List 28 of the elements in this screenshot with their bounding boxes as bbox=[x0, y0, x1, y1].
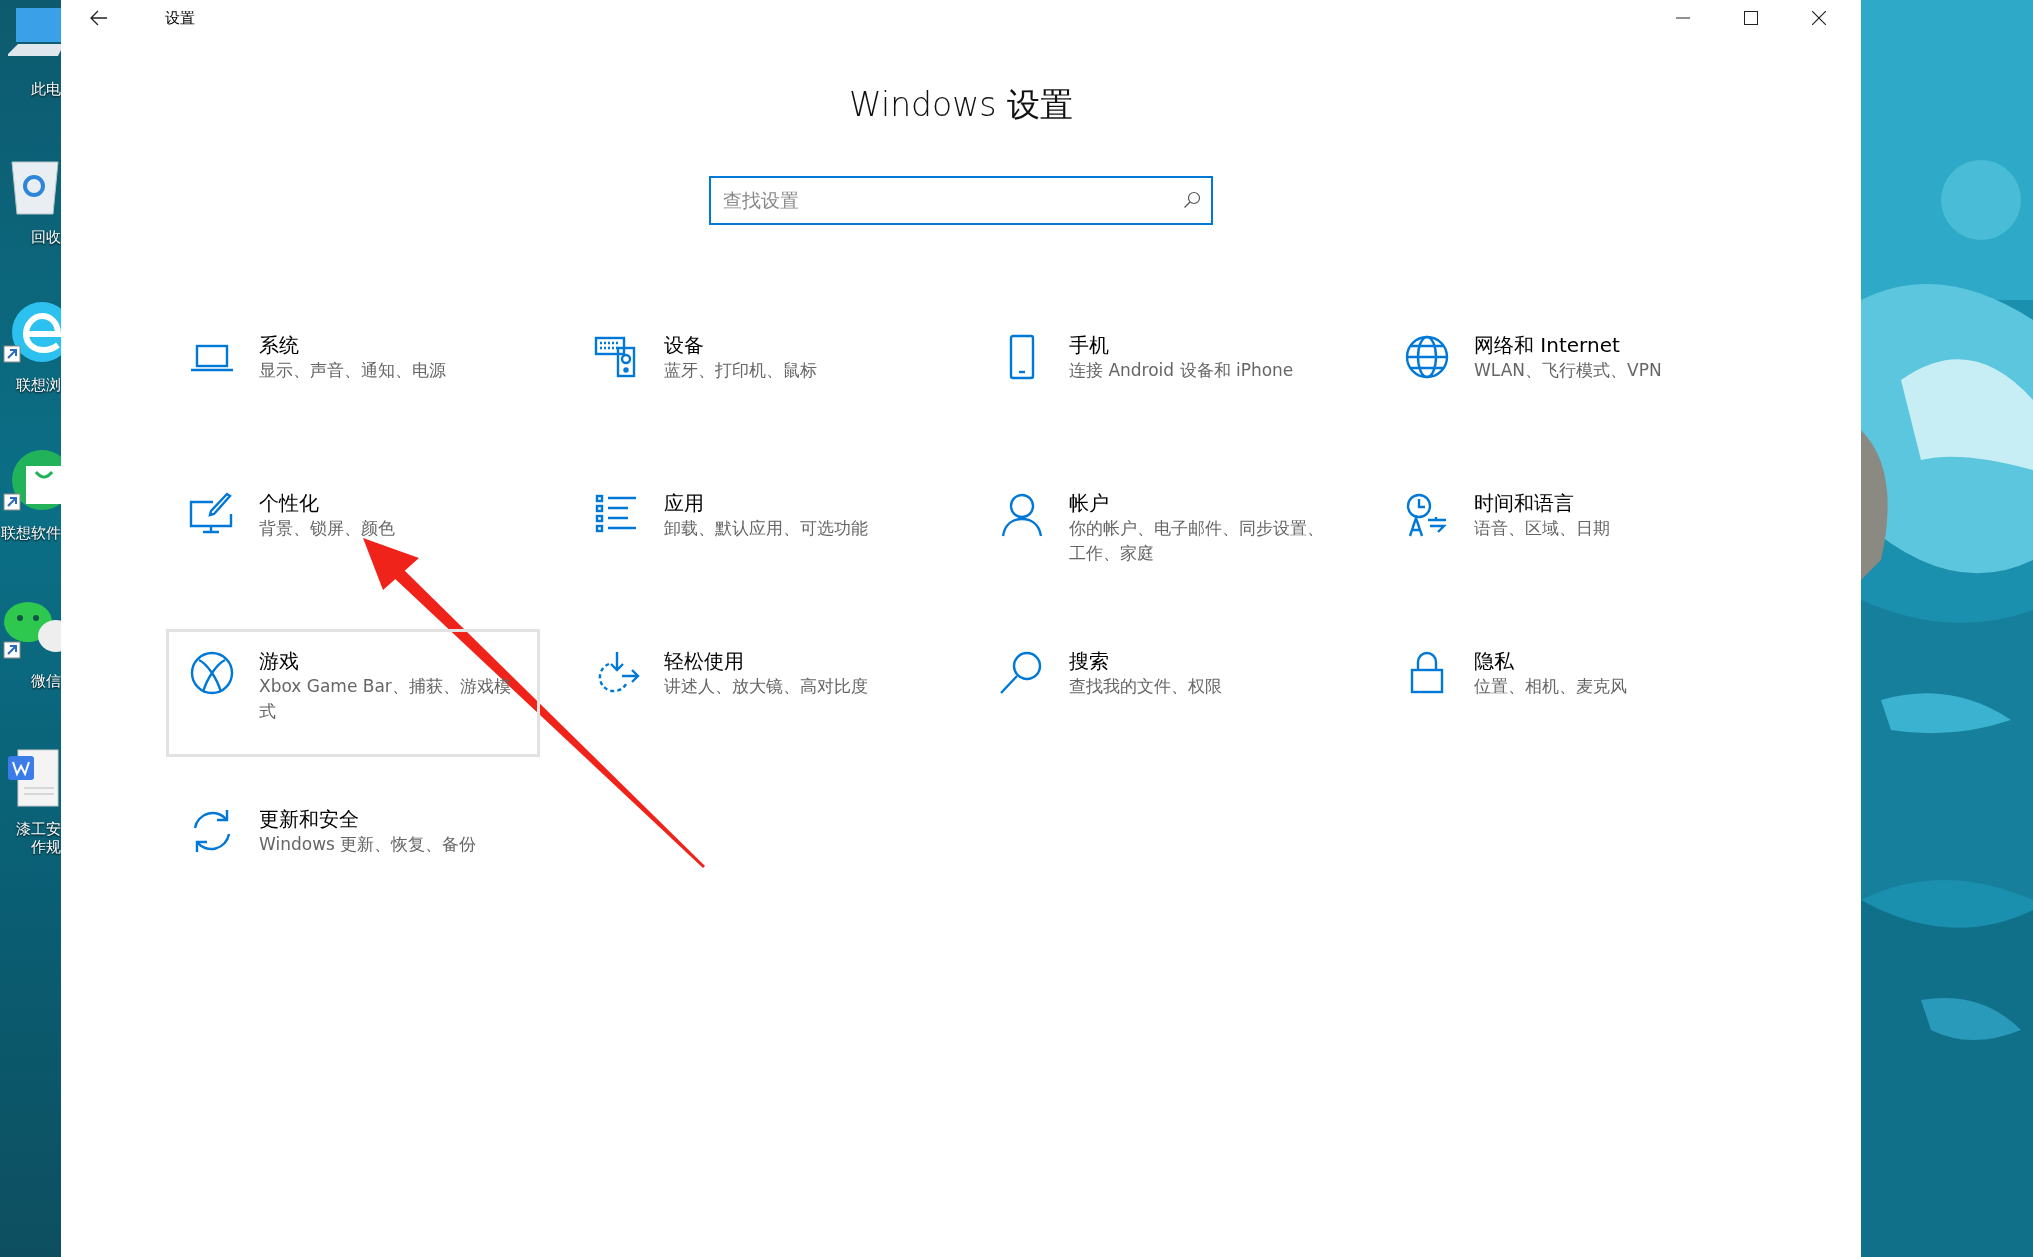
window-title: 设置 bbox=[165, 7, 195, 29]
settings-tile[interactable]: 网络和 Internet WLAN、飞行模式、VPN bbox=[1381, 312, 1755, 441]
settings-tile[interactable]: 设备 蓝牙、打印机、鼠标 bbox=[571, 312, 945, 441]
settings-tile[interactable]: 帐户 你的帐户、电子邮件、同步设置、工作、家庭 bbox=[976, 470, 1350, 599]
desktop-icon-label: 此电 bbox=[30, 80, 61, 98]
settings-tile[interactable]: 个性化 背景、锁屏、颜色 bbox=[166, 470, 540, 599]
settings-tile[interactable]: 系统 显示、声音、通知、电源 bbox=[166, 312, 540, 441]
settings-tile[interactable]: 更新和安全 Windows 更新、恢复、备份 bbox=[166, 786, 540, 915]
close-icon bbox=[1812, 11, 1826, 25]
settings-tile[interactable]: 时间和语言 语音、区域、日期 bbox=[1381, 470, 1755, 599]
search-icon bbox=[1183, 190, 1201, 209]
desktop-icon-label: 作规 bbox=[30, 838, 61, 856]
search-field[interactable]: 查找设置 bbox=[709, 175, 1213, 225]
desktop-icon-label: 微信 bbox=[30, 672, 61, 690]
settings-tile[interactable]: 隐私 位置、相机、麦克风 bbox=[1381, 628, 1755, 757]
settings-tile[interactable]: 手机 连接 Android 设备和 iPhone bbox=[976, 312, 1350, 441]
settings-tile[interactable]: 轻松使用 讲述人、放大镜、高对比度 bbox=[571, 628, 945, 757]
settings-tile[interactable]: 游戏 Xbox Game Bar、捕获、游戏模式 bbox=[166, 628, 540, 757]
desktop-icon-label: 联想浏 bbox=[15, 376, 61, 394]
desktop-icon-label: 漆工安 bbox=[15, 820, 61, 838]
settings-tile[interactable]: 搜索 查找我的文件、权限 bbox=[976, 628, 1350, 757]
maximize-icon bbox=[1744, 11, 1758, 25]
back-arrow-icon bbox=[90, 10, 108, 26]
page-heading: Windows 设置 bbox=[849, 85, 1073, 124]
minimize-icon bbox=[1676, 17, 1690, 19]
desktop-icon-label: 联想软件 bbox=[0, 524, 61, 542]
desktop-icon-label: 回收 bbox=[30, 228, 61, 246]
settings-tile[interactable]: 应用 卸载、默认应用、可选功能 bbox=[571, 470, 945, 599]
